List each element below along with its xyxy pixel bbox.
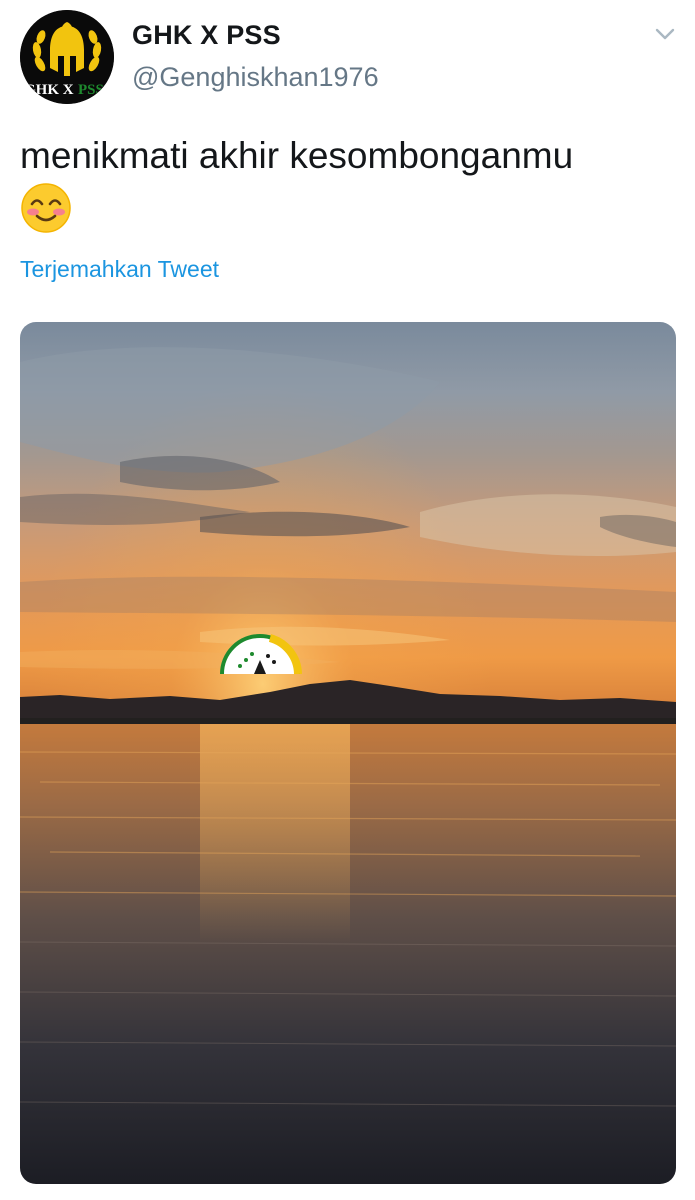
- tweet-text: menikmati akhir kesombonganmu: [20, 135, 574, 176]
- tweet-photo[interactable]: [20, 322, 676, 1184]
- tweet[interactable]: GHK X PSS GHK X PSS @Genghiskhan1976 men…: [0, 0, 695, 1200]
- sunset-lake-photo: [20, 322, 676, 1184]
- spartan-helmet-logo: GHK X PSS: [20, 10, 114, 104]
- svg-text:PSS: PSS: [78, 82, 104, 98]
- smiling-face-icon: [20, 182, 72, 234]
- translate-tweet-link[interactable]: Terjemahkan Tweet: [20, 256, 219, 283]
- user-handle[interactable]: @Genghiskhan1976: [132, 62, 379, 93]
- svg-text:GHK X: GHK X: [24, 82, 74, 98]
- display-name[interactable]: GHK X PSS: [132, 20, 281, 51]
- avatar[interactable]: GHK X PSS: [20, 10, 114, 104]
- chevron-down-icon[interactable]: [651, 20, 679, 48]
